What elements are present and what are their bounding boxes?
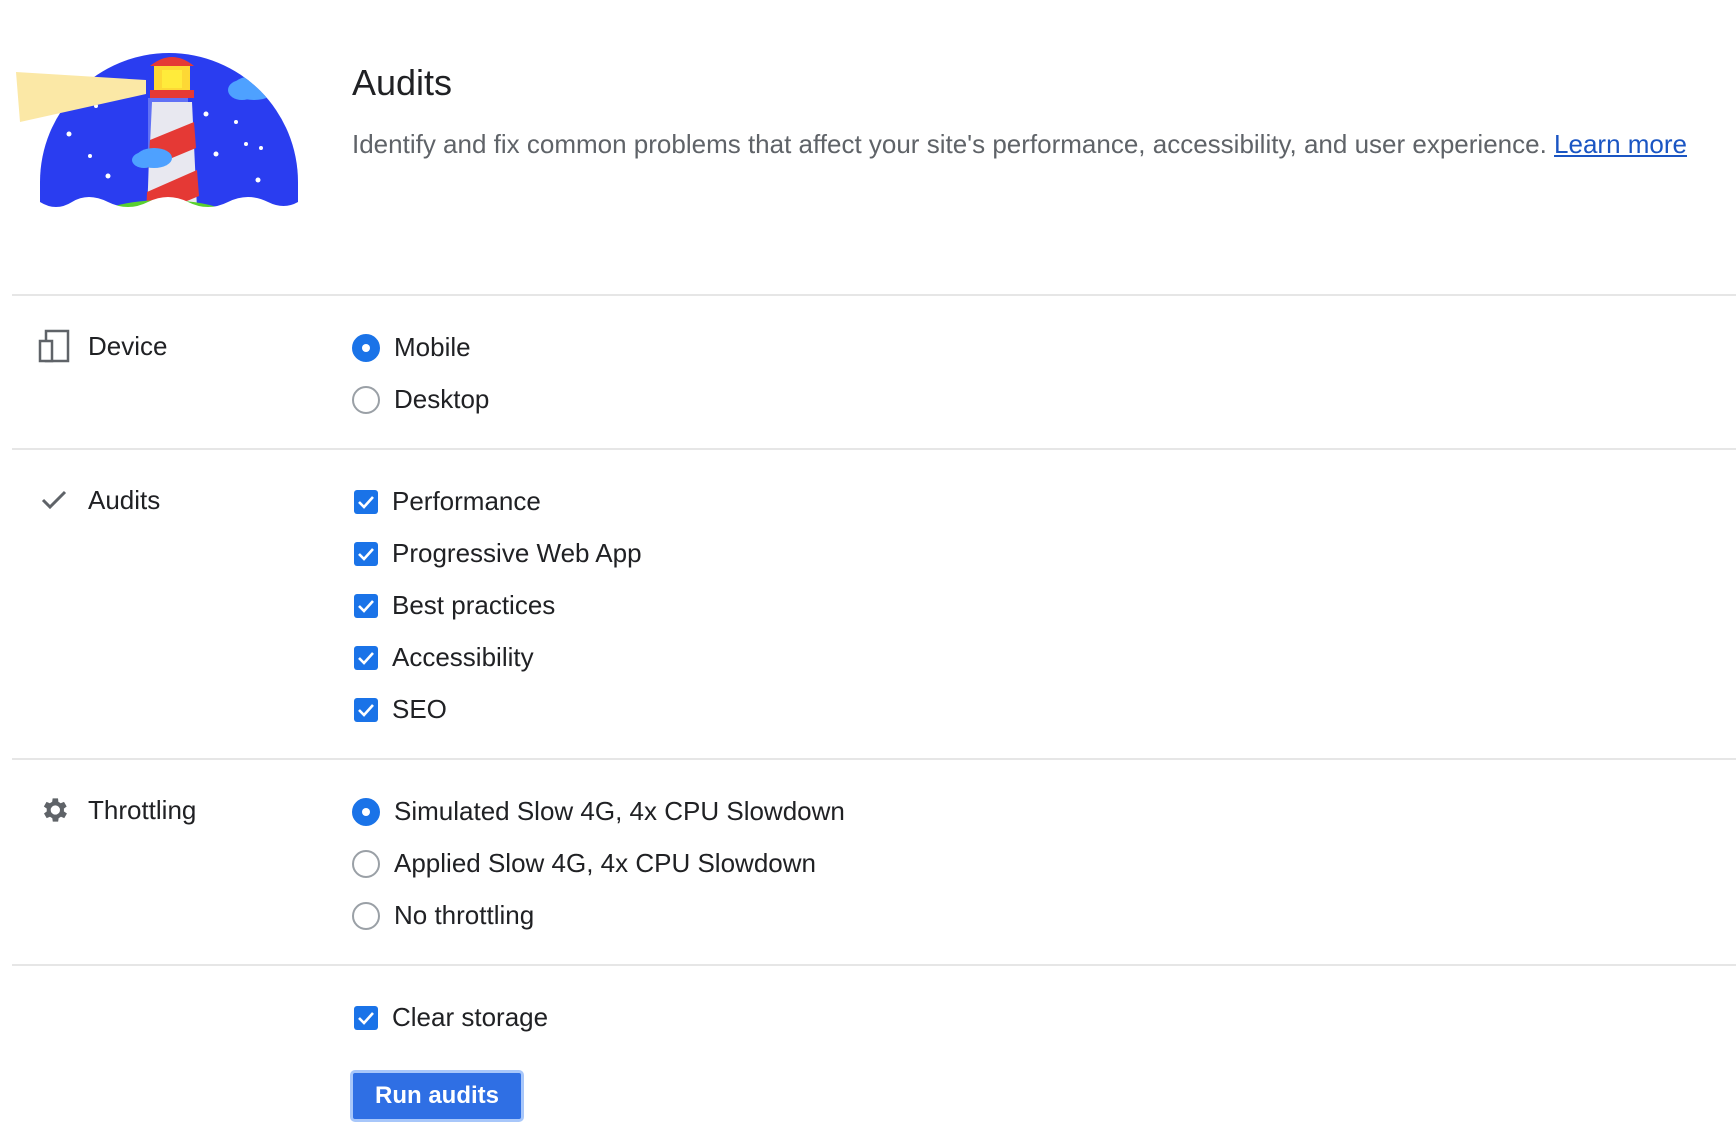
page-title: Audits xyxy=(352,62,453,103)
option-label: Clear storage xyxy=(392,1002,549,1032)
checkbox-checked[interactable] xyxy=(354,645,378,670)
audit-option-performance[interactable]: Performance xyxy=(352,486,541,517)
device-section-label: Device xyxy=(36,328,167,364)
radio-selected[interactable] xyxy=(352,333,380,362)
divider xyxy=(12,448,1736,450)
option-label: Mobile xyxy=(394,332,471,362)
audits-label: Audits xyxy=(88,484,161,515)
description-text: Identify and fix common problems that af… xyxy=(352,129,1547,159)
device-icon xyxy=(36,328,72,364)
device-label: Device xyxy=(88,330,168,361)
option-label: Performance xyxy=(392,486,541,516)
checkbox-checked[interactable] xyxy=(354,593,378,618)
divider xyxy=(12,758,1736,760)
option-label: Progressive Web App xyxy=(392,538,642,568)
audits-section-label: Audits xyxy=(36,482,160,518)
clear-storage-checkbox[interactable]: Clear storage xyxy=(352,1002,548,1033)
audit-option-seo[interactable]: SEO xyxy=(352,694,447,725)
throttling-section-label: Throttling xyxy=(36,792,196,828)
option-label: Simulated Slow 4G, 4x CPU Slowdown xyxy=(394,796,845,826)
gear-icon xyxy=(36,792,72,828)
checkbox-checked[interactable] xyxy=(354,489,378,514)
audit-option-best-practices[interactable]: Best practices xyxy=(352,590,555,621)
checkbox-checked[interactable] xyxy=(354,1005,378,1030)
throttling-option-none[interactable]: No throttling xyxy=(352,900,534,931)
radio-unselected[interactable] xyxy=(352,385,380,414)
device-option-desktop[interactable]: Desktop xyxy=(352,384,489,415)
lighthouse-logo xyxy=(16,53,298,230)
checkbox-checked[interactable] xyxy=(354,541,378,566)
option-label: SEO xyxy=(392,694,447,724)
radio-unselected[interactable] xyxy=(352,901,380,930)
audit-option-pwa[interactable]: Progressive Web App xyxy=(352,538,642,569)
option-label: Accessibility xyxy=(392,642,534,672)
audits-panel: Audits Identify and fix common problems … xyxy=(0,0,1736,1146)
audit-option-accessibility[interactable]: Accessibility xyxy=(352,642,534,673)
checkbox-checked[interactable] xyxy=(354,697,378,722)
checkmark-icon xyxy=(36,482,72,518)
option-label: Best practices xyxy=(392,590,556,620)
option-label: Applied Slow 4G, 4x CPU Slowdown xyxy=(394,848,816,878)
radio-selected[interactable] xyxy=(352,797,380,826)
run-audits-button[interactable]: Run audits xyxy=(350,1070,524,1122)
page-description: Identify and fix common problems that af… xyxy=(352,126,1722,163)
radio-unselected[interactable] xyxy=(352,849,380,878)
throttling-option-applied[interactable]: Applied Slow 4G, 4x CPU Slowdown xyxy=(352,848,816,879)
throttling-label: Throttling xyxy=(88,794,197,825)
divider xyxy=(12,294,1736,296)
divider xyxy=(12,964,1736,966)
option-label: No throttling xyxy=(394,900,535,930)
throttling-option-simulated[interactable]: Simulated Slow 4G, 4x CPU Slowdown xyxy=(352,796,845,827)
learn-more-link[interactable]: Learn more xyxy=(1554,129,1687,159)
option-label: Desktop xyxy=(394,384,490,414)
device-option-mobile[interactable]: Mobile xyxy=(352,332,471,363)
